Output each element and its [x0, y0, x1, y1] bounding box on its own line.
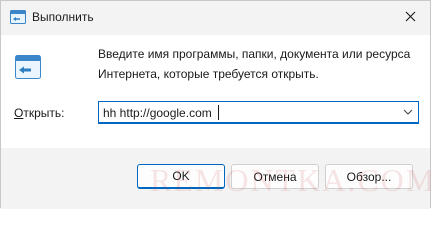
close-button[interactable]	[401, 7, 420, 26]
open-label-text: ткрыть:	[23, 106, 65, 120]
open-label: Открыть:	[14, 106, 64, 120]
description-text: Введите имя программы, папки, документа …	[98, 47, 411, 81]
cancel-button[interactable]: Отмена	[231, 164, 319, 189]
chevron-down-icon	[403, 109, 413, 115]
dropdown-button[interactable]	[402, 106, 414, 118]
open-input[interactable]	[103, 104, 393, 121]
run-icon	[15, 55, 41, 79]
run-app-icon	[10, 10, 26, 24]
close-icon	[405, 11, 416, 22]
window-title: Выполнить	[32, 10, 94, 24]
button-bar: OK Отмена Обзор...	[1, 148, 430, 209]
open-combobox[interactable]	[98, 101, 419, 124]
browse-button[interactable]: Обзор...	[325, 164, 413, 189]
run-dialog: Выполнить Введите имя программы, папки, …	[0, 0, 431, 209]
title-bar[interactable]: Выполнить	[1, 1, 430, 35]
ok-button[interactable]: OK	[137, 164, 225, 189]
dialog-content: Введите имя программы, папки, документа …	[1, 35, 430, 148]
text-caret	[218, 105, 219, 120]
open-label-accesskey: О	[14, 106, 24, 120]
